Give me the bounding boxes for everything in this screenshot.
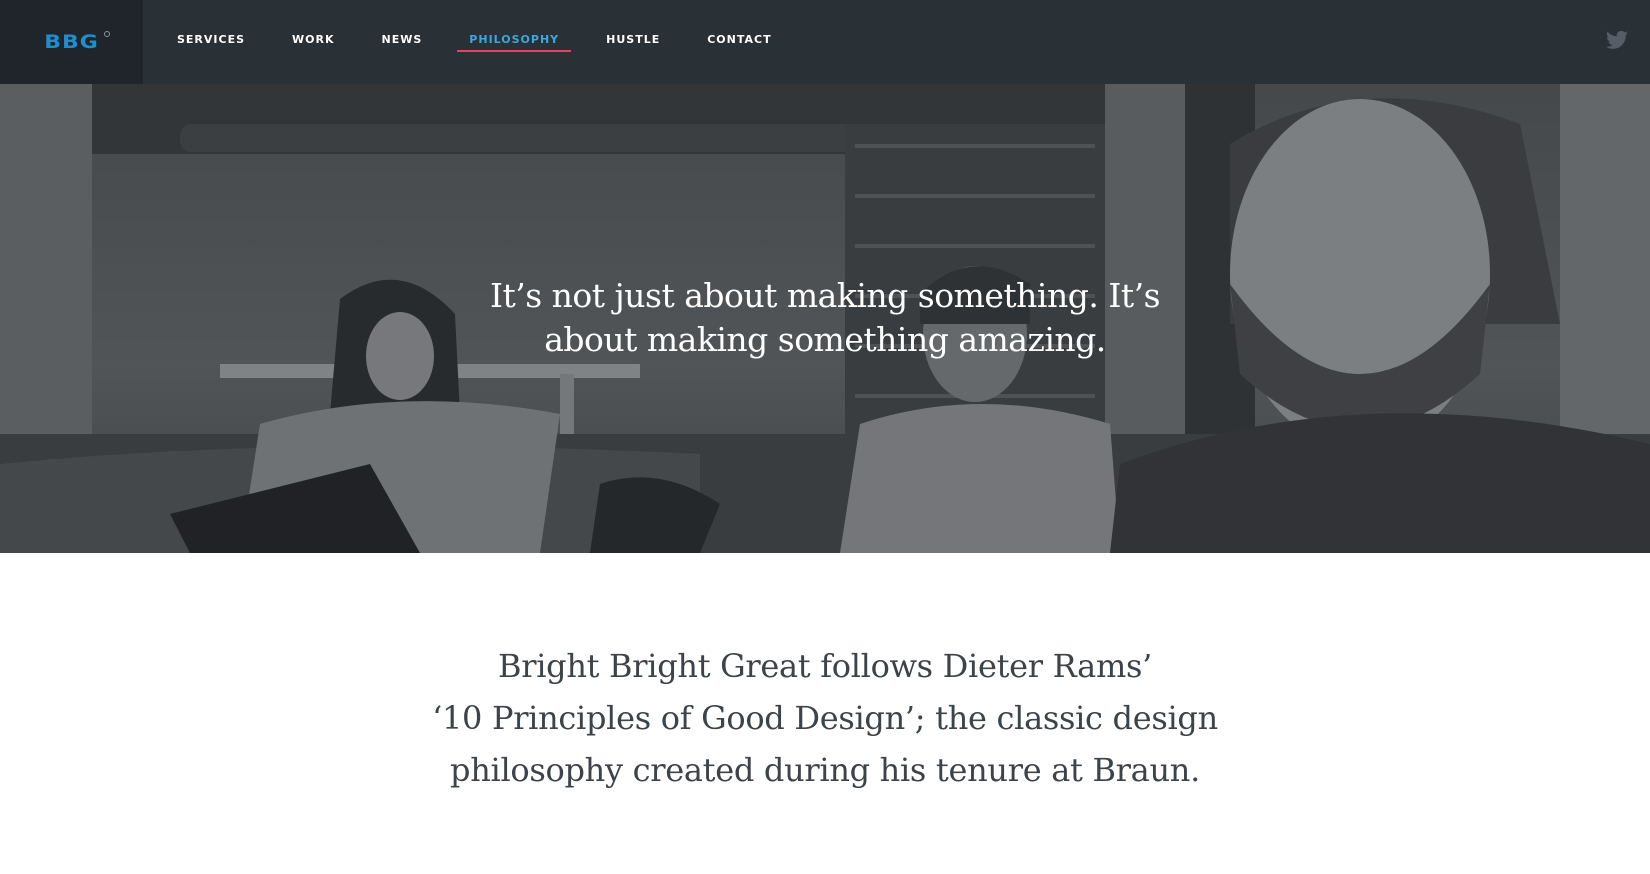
intro-line: Bright Bright Great follows Dieter Rams’ [497, 647, 1153, 685]
hero-quote-line: It’s not just about making something. It… [489, 276, 1161, 315]
top-navigation-bar: BBG SERVICES WORK NEWS PHILOSOPHY HUSTLE… [0, 0, 1650, 84]
intro-paragraph: Bright Bright Great follows Dieter Rams’… [0, 640, 1650, 796]
hero-banner: It’s not just about making something. It… [0, 84, 1650, 553]
nav-item-contact[interactable]: CONTACT [707, 0, 771, 84]
logo: BBG [44, 31, 99, 53]
nav-item-philosophy[interactable]: PHILOSOPHY [457, 0, 571, 84]
hero-quote-line: about making something amazing. [544, 320, 1106, 359]
twitter-icon[interactable] [1606, 30, 1628, 50]
registered-mark-icon [104, 31, 110, 37]
intro-line: ‘10 Principles of Good Design’; the clas… [432, 699, 1218, 737]
intro-line: philosophy created during his tenure at … [450, 751, 1200, 789]
nav-item-services[interactable]: SERVICES [177, 0, 245, 84]
nav-item-hustle[interactable]: HUSTLE [606, 0, 660, 84]
nav-item-news[interactable]: NEWS [382, 0, 423, 84]
nav-item-work[interactable]: WORK [292, 0, 334, 84]
main-nav: SERVICES WORK NEWS PHILOSOPHY HUSTLE CON… [177, 0, 819, 84]
logo-link[interactable]: BBG [0, 0, 143, 84]
hero-quote: It’s not just about making something. It… [0, 274, 1650, 362]
